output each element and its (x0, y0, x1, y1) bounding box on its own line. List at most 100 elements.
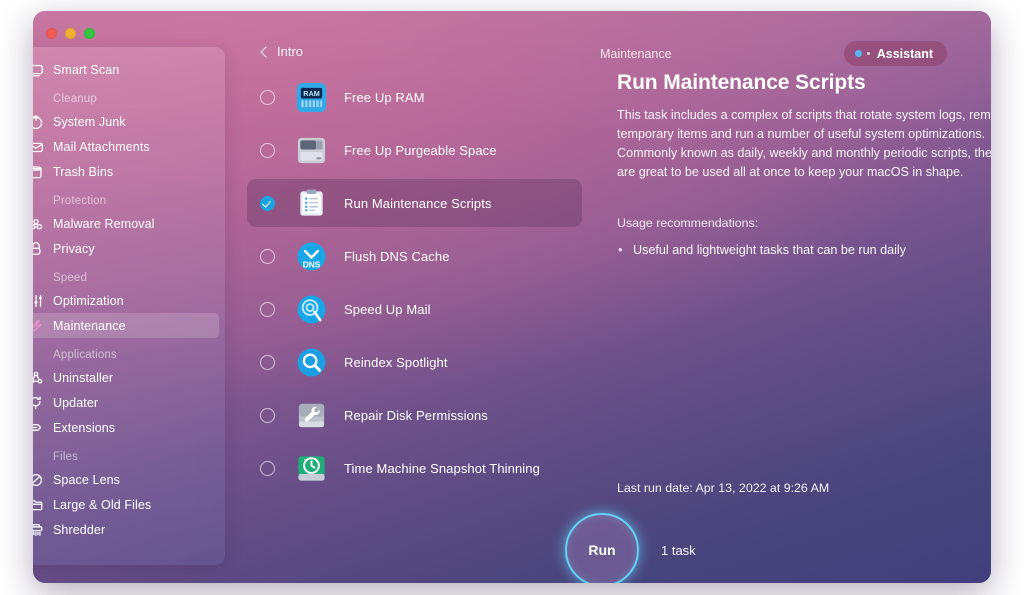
task-label: Repair Disk Permissions (344, 407, 488, 423)
sidebar-item-updater[interactable]: Updater (33, 390, 219, 415)
detail-panel: Run Maintenance Scripts This task includ… (617, 71, 991, 260)
uninstaller-icon (33, 369, 45, 387)
clipboard-list-icon (296, 188, 327, 219)
assistant-button-label: Assistant (876, 46, 933, 61)
sidebar-item-label: Optimization (53, 293, 124, 308)
usage-recommendations-heading: Usage recommendations: (617, 216, 759, 230)
svg-text:DNS: DNS (303, 259, 321, 269)
sidebar-item-optimization[interactable]: Optimization (33, 288, 219, 313)
task-checkbox-icon[interactable] (260, 89, 275, 105)
privacy-icon (33, 240, 45, 258)
task-row[interactable]: Time Machine Snapshot Thinning (247, 444, 582, 492)
sidebar-item-label: Trash Bins (53, 164, 114, 179)
task-label: Flush DNS Cache (344, 248, 450, 264)
extensions-icon (33, 419, 45, 437)
sidebar-item-label: Mail Attachments (53, 139, 150, 154)
task-checkbox-icon[interactable] (260, 354, 275, 370)
usage-recommendation-item: Useful and lightweight tasks that can be… (618, 241, 991, 260)
sidebar-item-shredder[interactable]: Shredder (33, 517, 219, 542)
maximize-button[interactable] (84, 28, 95, 39)
task-row[interactable]: RAM Free Up RAM (247, 73, 582, 121)
back-button-label: Intro (277, 44, 304, 59)
task-checkbox-icon[interactable] (260, 142, 275, 158)
sidebar-item-label: Updater (53, 395, 99, 410)
sidebar-item-label: Large & Old Files (53, 497, 152, 512)
time-machine-icon (296, 453, 327, 484)
assistant-indicator-icon (854, 50, 862, 57)
sidebar-group-speed: Speed (53, 272, 88, 284)
large-old-files-icon (33, 496, 45, 514)
sidebar-item-label: Space Lens (53, 472, 121, 487)
task-row[interactable]: Free Up Purgeable Space (247, 126, 582, 174)
spotlight-icon (296, 347, 327, 378)
sidebar-group-cleanup: Cleanup (53, 93, 97, 105)
sidebar-group-files: Files (53, 451, 79, 463)
sidebar-item-trash-bins[interactable]: Trash Bins (33, 159, 219, 184)
task-row[interactable]: Run Maintenance Scripts (247, 179, 582, 227)
sidebar-item-label: Malware Removal (53, 216, 155, 231)
sidebar-item-label: Maintenance (53, 318, 126, 333)
sidebar-item-system-junk[interactable]: System Junk (33, 109, 219, 134)
close-button[interactable] (46, 28, 57, 39)
sidebar-item-label: System Junk (53, 114, 126, 129)
speed-up-mail-icon (296, 294, 327, 325)
sidebar-group-applications: Applications (53, 349, 117, 361)
sidebar-item-label: Privacy (53, 241, 95, 256)
run-button-label: Run (588, 542, 616, 558)
page-title: Maintenance (600, 47, 672, 61)
sidebar-item-large-old-files[interactable]: Large & Old Files (33, 492, 219, 517)
sidebar-item-label: Extensions (53, 420, 116, 435)
task-checkbox-icon[interactable] (260, 301, 275, 317)
sidebar-item-malware-removal[interactable]: Malware Removal (33, 211, 219, 236)
sidebar-item-maintenance[interactable]: Maintenance (33, 313, 219, 338)
ram-chip-icon: RAM (296, 82, 327, 113)
detail-title: Run Maintenance Scripts (617, 71, 866, 94)
task-checkbox-icon[interactable] (260, 460, 275, 476)
assistant-button[interactable]: Assistant (843, 41, 947, 66)
space-lens-icon (33, 471, 45, 489)
updater-icon (33, 394, 45, 412)
hard-drive-icon (296, 135, 327, 166)
run-button[interactable]: Run (565, 513, 639, 583)
task-row[interactable]: Speed Up Mail (247, 285, 582, 333)
sidebar-item-label: Uninstaller (53, 370, 114, 385)
malware-removal-icon (33, 215, 45, 233)
smart-scan-icon (33, 61, 45, 79)
top-bar: Intro Maintenance Assistant (225, 11, 991, 67)
task-row[interactable]: Repair Disk Permissions (247, 391, 582, 439)
task-count-label: 1 task (661, 542, 696, 558)
sidebar-item-space-lens[interactable]: Space Lens (33, 467, 219, 492)
system-junk-icon (33, 113, 45, 131)
sidebar: Smart Scan Cleanup System Junk Mail Attachm… (33, 47, 225, 565)
sidebar-item-uninstaller[interactable]: Uninstaller (33, 365, 219, 390)
maintenance-icon (33, 317, 45, 335)
sidebar-item-extensions[interactable]: Extensions (33, 415, 219, 440)
minimize-button[interactable] (65, 28, 76, 39)
svg-text:RAM: RAM (303, 88, 320, 97)
sidebar-item-smart-scan[interactable]: Smart Scan (33, 57, 219, 82)
wrench-disk-icon (296, 400, 327, 431)
sidebar-item-privacy[interactable]: Privacy (33, 236, 219, 261)
window-controls (46, 28, 95, 39)
sidebar-item-mail-attachments[interactable]: Mail Attachments (33, 134, 219, 159)
sidebar-item-label: Shredder (53, 522, 106, 537)
task-label: Run Maintenance Scripts (344, 195, 492, 211)
task-label: Speed Up Mail (344, 301, 431, 317)
task-label: Free Up RAM (344, 89, 425, 105)
task-label: Time Machine Snapshot Thinning (344, 460, 540, 476)
chevron-left-icon (260, 45, 272, 58)
task-label: Free Up Purgeable Space (344, 142, 497, 158)
usage-recommendations-list: Useful and lightweight tasks that can be… (617, 241, 991, 260)
task-row[interactable]: DNS Flush DNS Cache (247, 232, 582, 280)
detail-description: This task includes a complex of scripts … (617, 108, 991, 179)
optimization-icon (33, 292, 45, 310)
task-list: RAM Free Up RAM Free Up Purgeable Space Run… (247, 73, 582, 497)
trash-bins-icon (33, 163, 45, 181)
task-checkbox-icon[interactable] (260, 407, 275, 423)
back-button[interactable]: Intro (260, 44, 304, 59)
task-checkbox-checked-icon[interactable] (260, 195, 275, 211)
task-checkbox-icon[interactable] (260, 248, 275, 264)
task-row[interactable]: Reindex Spotlight (247, 338, 582, 386)
app-window: Smart Scan Cleanup System Junk Mail Attachm… (33, 11, 991, 583)
assistant-indicator-small-icon (866, 52, 870, 55)
